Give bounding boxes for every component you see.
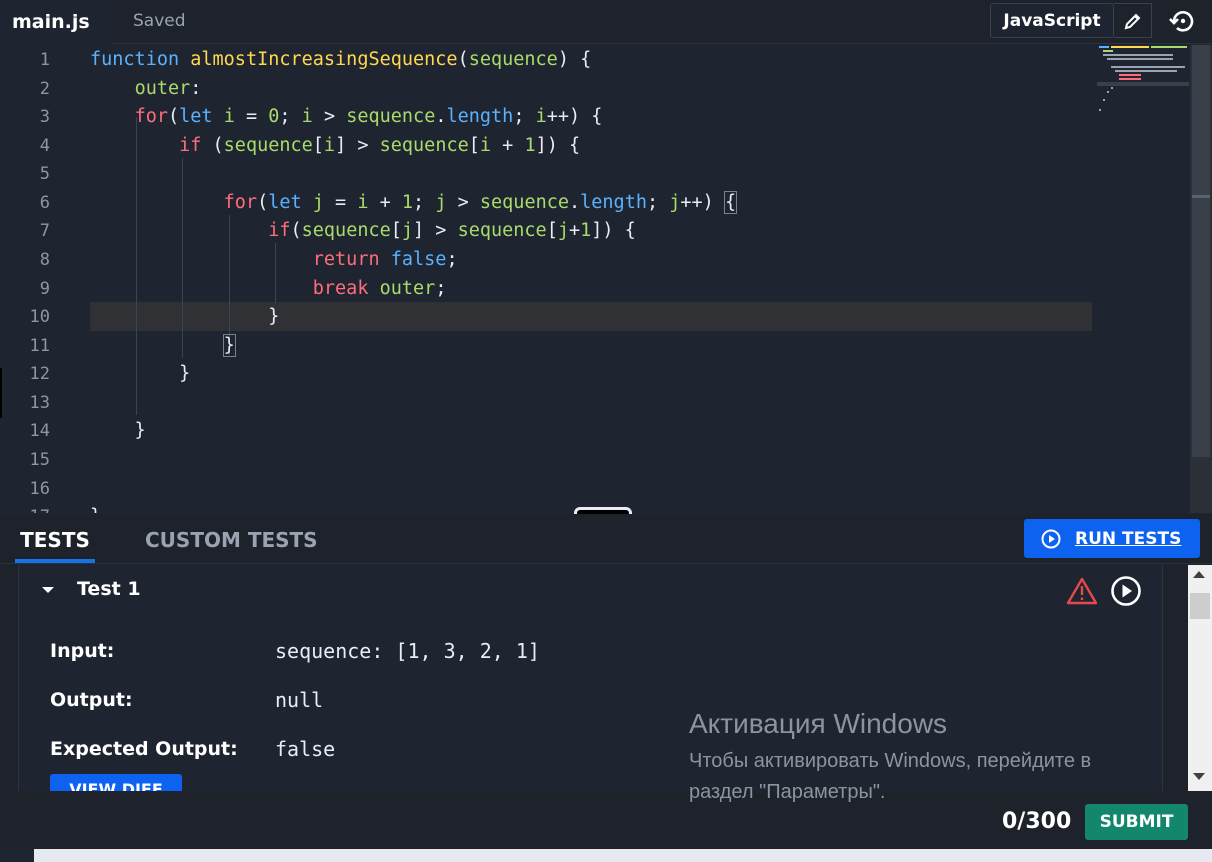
test-title[interactable]: Test 1	[77, 578, 141, 600]
code-line: for(let j = i + 1; j > sequence.length; …	[223, 191, 738, 214]
code-minimap[interactable]	[1097, 45, 1189, 125]
code-line: return false;	[312, 249, 458, 270]
tab-tests[interactable]: TESTS	[15, 526, 95, 563]
windows-activation-title: Активация Windows	[689, 708, 948, 739]
taskbar-left-edge	[0, 849, 34, 862]
line-number: 14	[29, 421, 50, 441]
line-number: 17	[0, 503, 50, 513]
submit-button[interactable]: SUBMIT	[1085, 804, 1188, 840]
code-line: }	[222, 334, 236, 357]
history-icon	[1169, 10, 1194, 32]
pencil-icon	[1124, 13, 1140, 29]
scroll-up-arrow-icon[interactable]	[1193, 571, 1205, 578]
line-number: 11	[29, 336, 50, 356]
line-number: 16	[29, 479, 50, 499]
scrollbar-position-marker	[1192, 195, 1210, 198]
play-circle-icon	[1041, 529, 1061, 548]
history-button[interactable]	[1163, 3, 1201, 38]
tests-scrollbar-thumb[interactable]	[1190, 593, 1210, 619]
expected-output-label: Expected Output:	[50, 738, 238, 760]
code-line: break outer;	[312, 278, 447, 299]
code-area[interactable]: function almostIncreasingSequence(sequen…	[90, 45, 1092, 513]
line-number: 13	[29, 393, 50, 413]
code-line: for(let i = 0; i > sequence.length; i++)…	[134, 106, 603, 127]
input-value: sequence: [1, 3, 2, 1]	[275, 639, 540, 663]
line-number: 6	[39, 193, 50, 213]
run-tests-label: RUN TESTS	[1075, 528, 1182, 549]
view-diff-button[interactable]: VIEW DIFF	[50, 774, 182, 791]
tests-header: TESTS CUSTOM TESTS RUN TESTS	[0, 514, 1212, 564]
code-line: if(sequence[j] > sequence[j+1]) {	[268, 220, 636, 241]
code-editor[interactable]: 1 2 3 4 5 6 7 8 9 10 11 12 13 14 15 16 1…	[0, 45, 1212, 513]
line-number-gutter: 1 2 3 4 5 6 7 8 9 10 11 12 13 14 15 16 1…	[0, 45, 70, 513]
collapse-caret-icon[interactable]	[41, 585, 55, 595]
code-line: if (sequence[i] > sequence[i + 1]) {	[179, 135, 581, 156]
line-number: 4	[39, 136, 50, 156]
line-number: 15	[29, 450, 50, 470]
code-line: }	[90, 306, 280, 327]
scroll-down-arrow-icon[interactable]	[1193, 773, 1205, 780]
edit-language-button[interactable]	[1114, 3, 1152, 38]
line-number: 1	[39, 50, 50, 70]
line-number: 8	[39, 250, 50, 270]
code-line: }	[90, 503, 101, 513]
line-number: 10	[29, 307, 50, 327]
windows-activation-subtitle: Чтобы активировать Windows, перейдите в …	[689, 750, 1092, 803]
os-taskbar	[0, 849, 1212, 862]
line-number: 9	[39, 279, 50, 299]
line-number: 5	[39, 164, 50, 184]
score-counter: 0/300	[1002, 809, 1072, 834]
file-tab-main-js[interactable]: main.js	[0, 0, 112, 44]
expected-output-value: false	[275, 737, 336, 761]
editor-topbar: main.js Saved JavaScript	[0, 0, 1212, 44]
input-label: Input:	[50, 640, 115, 662]
line-number: 12	[29, 364, 50, 384]
language-select[interactable]: JavaScript	[990, 3, 1114, 38]
tab-custom-tests[interactable]: CUSTOM TESTS	[145, 528, 318, 552]
run-tests-button[interactable]: RUN TESTS	[1024, 519, 1200, 558]
code-line: }	[90, 363, 191, 384]
warning-icon	[1066, 577, 1098, 605]
code-line: }	[90, 420, 146, 441]
line-number: 3	[39, 107, 50, 127]
line-number: 7	[39, 221, 50, 241]
save-status: Saved	[133, 11, 186, 31]
output-label: Output:	[50, 689, 133, 711]
left-edge-marker	[0, 368, 2, 418]
code-line: outer:	[134, 78, 202, 99]
run-test-icon[interactable]	[1110, 575, 1142, 607]
line-number: 2	[39, 79, 50, 99]
code-line: function almostIncreasingSequence(sequen…	[90, 49, 592, 70]
output-value: null	[275, 688, 324, 712]
editor-scrollbar-thumb[interactable]	[1192, 45, 1210, 457]
